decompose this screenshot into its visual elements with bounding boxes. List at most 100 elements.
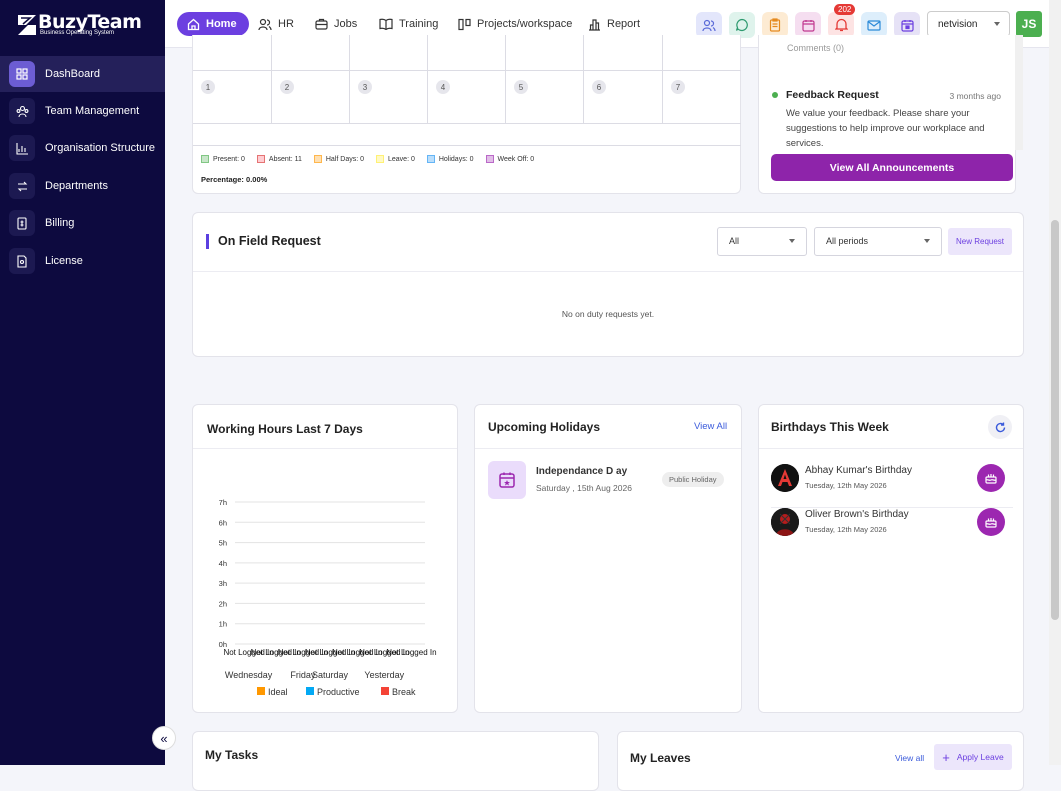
apply-leave-button[interactable]: + Apply Leave <box>934 744 1012 770</box>
birthday-wish-button[interactable] <box>977 464 1005 492</box>
nav-projects[interactable]: Projects/workspace <box>458 12 572 36</box>
attendance-calendar-card: 1 2 3 4 5 6 7 Present: 0 Absent: 11 Half… <box>192 35 741 194</box>
my-tasks-title: My Tasks <box>205 748 259 762</box>
sidebar-item-label: Departments <box>45 180 108 192</box>
legend-label: Ideal <box>268 687 288 697</box>
working-hours-chart: 0h1h2h3h4h5h6h7hNot Logged InWednesdayNo… <box>219 498 437 697</box>
working-hours-card: Working Hours Last 7 Days 0h 1h 2h 3h 4h 5h 6h… <box>192 404 458 713</box>
legend-leave: Leave: 0 <box>376 155 415 163</box>
nav-jobs[interactable]: Jobs <box>315 12 357 36</box>
view-all-announcements-button[interactable]: View All Announcements <box>771 154 1013 181</box>
comments-count[interactable]: Comments (0) <box>787 43 844 53</box>
period-filter-value: All periods <box>826 236 869 246</box>
announcement-title[interactable]: Feedback Request <box>786 89 879 101</box>
refresh-button[interactable] <box>988 415 1012 439</box>
legend-holidays: Holidays: 0 <box>426 155 474 163</box>
period-filter-select[interactable]: All periods <box>814 227 942 256</box>
organization-select[interactable]: netvision <box>927 11 1010 37</box>
calendar-cell <box>506 35 584 71</box>
divider <box>193 271 1023 272</box>
scrollbar-thumb[interactable] <box>1051 220 1059 620</box>
birthday-name: Abhay Kumar's Birthday <box>805 465 912 476</box>
leaves-view-all-link[interactable]: View all <box>895 753 924 763</box>
nav-training[interactable]: Training <box>379 12 438 36</box>
legend-swatch <box>381 687 389 695</box>
birthday-date: Tuesday, 12th May 2026 <box>805 525 887 534</box>
nav-projects-label: Projects/workspace <box>477 18 573 30</box>
nav-home[interactable]: Home <box>177 12 249 36</box>
kanban-icon <box>458 18 471 30</box>
announcement-body: We value your feedback. Please share you… <box>786 108 985 149</box>
attendance-legend: Present: 0 Absent: 11 Half Days: 0 Leave… <box>201 155 546 163</box>
my-leaves-title: My Leaves <box>630 751 691 765</box>
refresh-icon <box>995 422 1005 432</box>
calendar-icon <box>801 19 815 32</box>
legend-week-off: Week Off: 0 <box>485 155 534 163</box>
calendar-day-cell[interactable]: 4 <box>428 71 506 124</box>
announcements-card: Comments (0) Feedback Request 3 months a… <box>758 35 1023 194</box>
nav-jobs-label: Jobs <box>334 18 358 30</box>
holidays-view-all-link[interactable]: View All <box>694 421 727 432</box>
sidebar-item-label: Organisation Structure <box>45 142 156 154</box>
my-leaves-card: My Leaves View all + Apply Leave <box>617 731 1024 791</box>
legend-absent: Absent: 11 <box>256 155 302 163</box>
brand-logo[interactable]: BuzyTeam Business Operating System <box>16 11 156 41</box>
legend-label: Absent: 11 <box>268 155 302 163</box>
y-tick-label: 1h <box>219 620 227 629</box>
x-tick-label: Yesterday <box>364 670 404 680</box>
sidebar-item-organisation-structure[interactable]: Organisation Structure <box>0 130 165 166</box>
new-request-button[interactable]: New Request <box>948 228 1012 255</box>
sidebar-collapse-button[interactable]: « <box>152 726 176 750</box>
bar-data-label: Not Logged In <box>386 648 436 657</box>
sidebar-item-billing[interactable]: Billing <box>0 205 165 241</box>
calendar-cell <box>584 35 663 71</box>
calendar-day-cell[interactable]: 2 <box>272 71 350 124</box>
home-icon <box>187 18 200 30</box>
nav-hr[interactable]: HR <box>258 12 294 36</box>
brand-tagline: Business Operating System <box>40 30 115 36</box>
sidebar-item-departments[interactable]: Departments <box>0 168 165 204</box>
upcoming-holidays-card: Upcoming Holidays View All Independance … <box>474 404 742 713</box>
sidebar: BuzyTeam Business Operating System DashB… <box>0 0 165 765</box>
calendar-day-cell[interactable]: 3 <box>350 71 428 124</box>
nav-report[interactable]: Report <box>588 12 640 36</box>
announcement-time: 3 months ago <box>949 91 1001 101</box>
birthday-name: Oliver Brown's Birthday <box>805 509 909 520</box>
calendar-day-number: 2 <box>280 80 294 94</box>
notification-count-badge: 202 <box>834 4 856 15</box>
plus-icon: + <box>942 749 950 765</box>
card-header: Upcoming Holidays View All <box>475 405 741 449</box>
chat-icon <box>735 18 748 32</box>
calendar-day-number: 6 <box>592 80 606 94</box>
calendar-cell <box>663 35 741 71</box>
working-hours-title: Working Hours Last 7 Days <box>207 422 363 436</box>
nav-report-label: Report <box>607 18 641 30</box>
calendar-row <box>193 124 741 146</box>
calendar-day-cell[interactable]: 7 <box>663 71 741 124</box>
calendar-day-cell[interactable]: 5 <box>506 71 584 124</box>
holiday-name: Independance D ay <box>536 466 628 477</box>
org-chart-icon <box>9 135 35 161</box>
calendar-day-cell[interactable]: 1 <box>193 71 272 124</box>
sidebar-item-team-management[interactable]: Team Management <box>0 93 165 129</box>
status-filter-select[interactable]: All <box>717 227 807 256</box>
organization-select-value: netvision <box>938 19 978 30</box>
user-avatar[interactable]: JS <box>1016 11 1042 37</box>
sidebar-item-dashboard[interactable]: DashBoard <box>0 56 165 92</box>
calendar-day-number: 7 <box>671 80 685 94</box>
holiday-calendar-icon <box>488 461 526 499</box>
x-tick-label: Saturday <box>312 670 349 680</box>
license-icon <box>9 248 35 274</box>
users-icon <box>702 19 716 31</box>
departments-icon <box>9 173 35 199</box>
page-scrollbar[interactable] <box>1049 0 1061 765</box>
sidebar-item-license[interactable]: License <box>0 243 165 279</box>
x-tick-label: Wednesday <box>225 670 273 680</box>
sidebar-item-label: Team Management <box>45 105 140 117</box>
legend-swatch <box>306 687 314 695</box>
birthday-wish-button[interactable] <box>977 508 1005 536</box>
announcements-scrollbar[interactable] <box>1015 35 1023 150</box>
calendar-day-cell[interactable]: 6 <box>584 71 663 124</box>
calendar-day-number: 4 <box>436 80 450 94</box>
on-field-request-card: On Field Request All All periods New Req… <box>192 212 1024 357</box>
